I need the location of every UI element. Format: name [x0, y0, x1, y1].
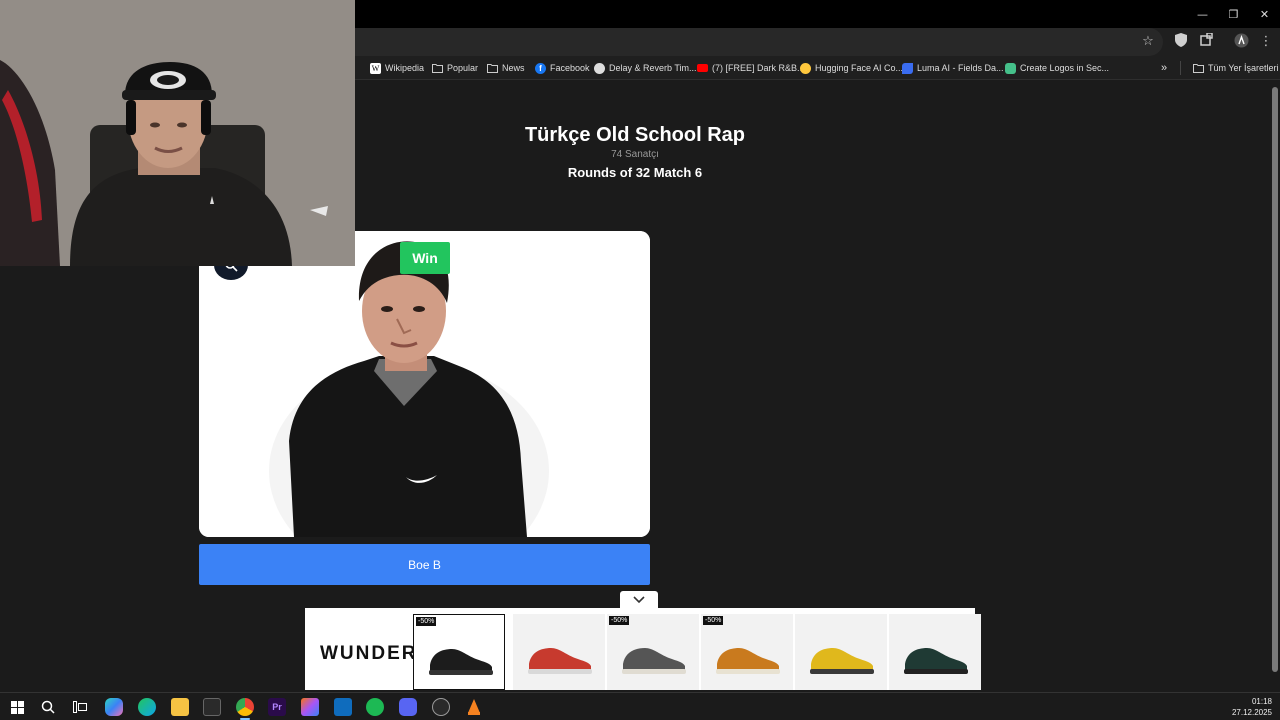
luma-icon	[902, 62, 913, 74]
site-icon	[594, 62, 605, 74]
ad-product-tile[interactable]: -50%	[701, 614, 793, 690]
restore-button[interactable]: ❐	[1218, 0, 1249, 28]
ad-product-tile[interactable]: -50%	[413, 614, 505, 690]
app-icon[interactable]	[432, 698, 450, 716]
bookmark-create-logos[interactable]: Create Logos in Sec...	[1005, 61, 1109, 75]
window-controls: — ❐ ✕	[1187, 0, 1280, 28]
bookmark-label: Luma AI - Fields Da...	[917, 63, 1004, 73]
folder-icon	[1193, 64, 1204, 73]
facebook-icon: f	[535, 62, 546, 74]
profile-avatar-icon[interactable]	[1232, 33, 1250, 51]
system-clock[interactable]: 01:18 27.12.2025	[1232, 696, 1272, 718]
extensions-icon[interactable]	[1197, 32, 1215, 51]
bookmark-label: News	[502, 63, 525, 73]
youtube-icon	[697, 64, 708, 72]
clock-time: 01:18	[1251, 697, 1272, 706]
vote-candidate-button[interactable]: Boe B	[199, 544, 650, 585]
file-explorer-icon[interactable]	[171, 698, 189, 716]
bookmark-label: Hugging Face AI Co...	[815, 63, 904, 73]
ad-product-tile[interactable]	[889, 614, 981, 690]
bookmark-news[interactable]: News	[487, 61, 525, 75]
candidate-photo	[199, 231, 650, 537]
chevron-down-icon	[633, 595, 645, 603]
menu-icon[interactable]: ⋮	[1257, 33, 1275, 51]
bookmark-youtube[interactable]: (7) [FREE] Dark R&B...	[697, 61, 805, 75]
store-icon[interactable]	[203, 698, 221, 716]
bookmark-delay-reverb[interactable]: Delay & Reverb Tim...	[594, 61, 697, 75]
bookmark-label: Popular	[447, 63, 479, 73]
windows-start-icon[interactable]	[8, 698, 26, 716]
ad-product-tile[interactable]	[795, 614, 887, 690]
win-badge: Win	[400, 242, 450, 274]
copilot-icon[interactable]	[105, 698, 123, 716]
minimize-button[interactable]: —	[1187, 0, 1218, 28]
task-view-icon[interactable]	[71, 698, 89, 716]
all-bookmarks-label: Tüm Yer İşaretleri	[1208, 63, 1279, 73]
screen: — ❐ ✕ ☆ ⋮ W Wikipedia Popular News f Fac…	[0, 0, 1280, 720]
folder-icon	[487, 64, 498, 73]
edge-icon[interactable]	[138, 698, 156, 716]
all-bookmarks-button[interactable]: Tüm Yer İşaretleri	[1193, 61, 1279, 75]
bookmark-label: (7) [FREE] Dark R&B...	[712, 63, 805, 73]
bookmark-label: Wikipedia	[385, 63, 425, 73]
bookmark-label: Delay & Reverb Tim...	[609, 63, 697, 73]
sneaker-image	[528, 648, 592, 674]
sneaker-image	[716, 648, 780, 674]
bookmark-facebook[interactable]: f Facebook	[535, 61, 590, 75]
ad-banner[interactable]: WUNDER -50% -50% -50%	[305, 608, 981, 690]
ad-product-tile[interactable]: -50%	[607, 614, 699, 690]
sneaker-image	[429, 649, 493, 675]
bookmarks-divider	[1180, 61, 1181, 75]
bookmarks-overflow-button[interactable]: »	[1161, 61, 1167, 75]
sneaker-image	[904, 648, 968, 674]
chrome-icon[interactable]	[236, 698, 254, 716]
discount-badge: -50%	[609, 616, 630, 625]
bookmark-label: Facebook	[550, 63, 590, 73]
outlook-icon[interactable]	[334, 698, 352, 716]
hugging-face-icon	[800, 62, 811, 74]
close-button[interactable]: ✕	[1249, 0, 1280, 28]
bookmark-popular[interactable]: Popular	[432, 61, 478, 75]
ad-collapse-button[interactable]	[620, 591, 658, 608]
premiere-pro-icon[interactable]: Pr	[268, 698, 286, 716]
sneaker-image	[810, 648, 874, 674]
discord-icon[interactable]	[399, 698, 417, 716]
bookmark-luma[interactable]: Luma AI - Fields Da...	[902, 61, 1004, 75]
ad-product-tile[interactable]	[513, 614, 605, 690]
office-icon[interactable]	[301, 698, 319, 716]
discount-badge: -50%	[416, 617, 437, 626]
shield-icon[interactable]	[1172, 33, 1190, 51]
folder-icon	[432, 64, 443, 73]
wikipedia-icon: W	[370, 62, 381, 74]
discount-badge: -50%	[703, 616, 724, 625]
vlc-icon[interactable]	[465, 698, 483, 716]
search-icon[interactable]	[39, 698, 57, 716]
candidate-card[interactable]	[199, 231, 650, 537]
clock-date: 27.12.2025	[1231, 708, 1272, 717]
sneaker-image	[622, 648, 686, 674]
windows-taskbar: Pr 01:18 27.12.2025	[0, 692, 1280, 720]
star-icon[interactable]: ☆	[1139, 33, 1157, 51]
ad-brand-logo[interactable]: WUNDER	[320, 643, 418, 665]
page-scrollbar[interactable]	[1270, 81, 1280, 684]
bookmark-hugging-face[interactable]: Hugging Face AI Co...	[800, 61, 903, 75]
scrollbar-thumb[interactable]	[1272, 87, 1278, 672]
bookmark-label: Create Logos in Sec...	[1020, 63, 1110, 73]
site-icon	[1005, 62, 1016, 74]
bookmark-wikipedia[interactable]: W Wikipedia	[370, 61, 424, 75]
webcam-overlay	[0, 0, 355, 266]
spotify-icon[interactable]	[366, 698, 384, 716]
